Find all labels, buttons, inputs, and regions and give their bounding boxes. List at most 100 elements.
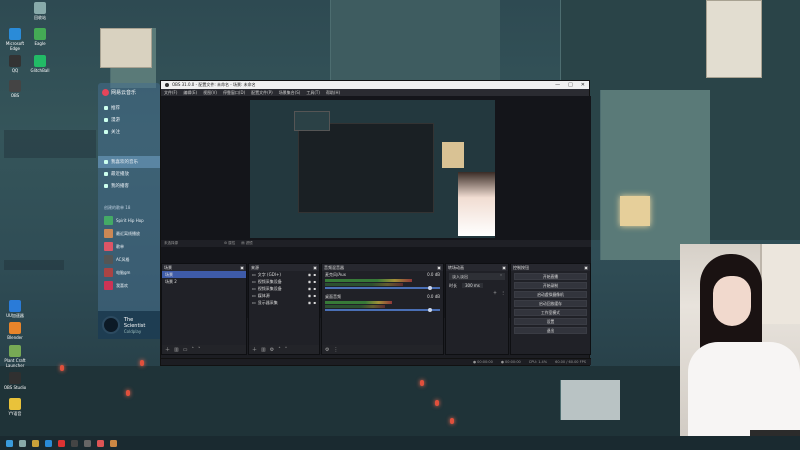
add-icon[interactable]: ＋ bbox=[252, 346, 257, 353]
netease-taskbar-icon[interactable] bbox=[58, 439, 65, 447]
dock-menu-icon[interactable]: ▣ bbox=[502, 265, 506, 270]
music-menu-item[interactable]: 推荐 bbox=[98, 102, 160, 114]
volume-slider[interactable] bbox=[325, 286, 440, 290]
start-icon[interactable] bbox=[6, 439, 13, 447]
control-button[interactable]: 开始直播 bbox=[514, 273, 587, 280]
edge-icon[interactable] bbox=[45, 439, 52, 447]
add-icon[interactable]: ＋ bbox=[493, 290, 497, 296]
obs-menu-item[interactable]: 停靠窗口(D) bbox=[223, 90, 245, 96]
gear-icon[interactable]: ⚙ bbox=[270, 347, 274, 353]
desktop-icon[interactable]: Blender bbox=[2, 322, 28, 340]
lock-icon[interactable]: ▪ bbox=[313, 293, 316, 298]
control-button[interactable]: 退出 bbox=[514, 327, 587, 334]
music-menu-item[interactable]: 最近播放 bbox=[98, 168, 160, 180]
source-item[interactable]: ▭ 媒体源 ◉ ▪ bbox=[249, 292, 319, 299]
obs-menu-item[interactable]: 文件(F) bbox=[164, 90, 177, 96]
eye-icon[interactable]: ◉ bbox=[308, 293, 312, 298]
control-button[interactable]: 工作室模式 bbox=[514, 309, 587, 316]
volume-slider[interactable] bbox=[325, 308, 440, 312]
dock-menu-icon[interactable]: ▣ bbox=[584, 265, 588, 270]
source-item[interactable]: ▭ 视频采集设备 ◉ ▪ bbox=[249, 278, 319, 285]
eye-icon[interactable]: ◉ bbox=[308, 286, 312, 291]
chevron-down-icon[interactable]: ˅ bbox=[285, 347, 288, 353]
obs-menu-item[interactable]: 帮助(H) bbox=[326, 90, 340, 96]
more-icon[interactable]: ⋮ bbox=[501, 290, 505, 295]
control-button[interactable]: 启动虚拟摄像机 bbox=[514, 291, 587, 298]
trash-icon[interactable]: ▥ bbox=[261, 347, 266, 353]
app-taskbar-icon[interactable] bbox=[84, 439, 91, 447]
obs-menu-item[interactable]: 场景集合(S) bbox=[279, 90, 301, 96]
config-icon[interactable]: ▭ bbox=[183, 347, 188, 353]
chevron-down-icon[interactable]: ˅ bbox=[198, 347, 201, 353]
playlist-item[interactable]: 电脑gm bbox=[98, 266, 160, 279]
desktop-icon[interactable]: OBS Studio bbox=[2, 372, 28, 390]
control-button[interactable]: 开始录制 bbox=[514, 282, 587, 289]
app-taskbar-icon[interactable] bbox=[110, 439, 117, 447]
desktop-icon[interactable]: Eagle bbox=[27, 28, 53, 46]
search-icon[interactable] bbox=[19, 439, 26, 447]
eye-icon[interactable]: ◉ bbox=[308, 279, 312, 284]
minimize-icon[interactable]: — bbox=[555, 82, 560, 88]
playlist-name: Spirit Hip Hop bbox=[116, 218, 144, 223]
obs-window: OBS 31.0.0 - 配置文件: 未命名 - 场景: 未命名 — □ ✕ 文… bbox=[160, 80, 591, 366]
desktop-icon[interactable]: YY语音 bbox=[2, 398, 28, 417]
lock-icon[interactable]: ▪ bbox=[313, 272, 316, 277]
duration-input[interactable]: 300 ms bbox=[462, 283, 483, 288]
eye-icon[interactable]: ◉ bbox=[308, 300, 312, 305]
obs-titlebar[interactable]: OBS 31.0.0 - 配置文件: 未命名 - 场景: 未命名 — □ ✕ bbox=[161, 81, 589, 89]
desktop-icon[interactable]: GlitchBall bbox=[27, 55, 53, 73]
filters-button[interactable]: ▤ 滤镜 bbox=[241, 241, 252, 246]
desktop-icon[interactable]: UU加速器 bbox=[2, 300, 28, 319]
desktop-icon[interactable]: Microsoft Edge bbox=[2, 28, 28, 51]
eye-icon[interactable]: ◉ bbox=[308, 272, 312, 277]
control-button[interactable]: 启动回放缓存 bbox=[514, 300, 587, 307]
obs-taskbar-icon[interactable] bbox=[71, 439, 78, 447]
lock-icon[interactable]: ▪ bbox=[313, 286, 316, 291]
music-menu-item[interactable]: 漫游 bbox=[98, 114, 160, 126]
app-taskbar-icon[interactable] bbox=[97, 439, 104, 447]
now-playing-bar[interactable]: The Scientist Coldplay bbox=[98, 311, 160, 339]
lock-icon[interactable]: ▪ bbox=[313, 279, 316, 284]
source-item[interactable]: ▭ 显示器采集 ◉ ▪ bbox=[249, 299, 319, 306]
music-menu-item-liked[interactable]: 我喜欢的音乐 bbox=[98, 156, 160, 168]
desktop-icon[interactable]: QQ bbox=[2, 55, 28, 73]
playlist-item[interactable]: 最近离线播放 bbox=[98, 227, 160, 240]
lock-icon[interactable]: ▪ bbox=[313, 300, 316, 305]
obs-logo-icon bbox=[165, 83, 169, 87]
dock-menu-icon[interactable]: ▣ bbox=[313, 265, 317, 270]
dock-menu-icon[interactable]: ▣ bbox=[437, 265, 441, 270]
scene-item[interactable]: 场景 bbox=[162, 271, 246, 278]
source-item[interactable]: ▭ 视频采集设备 ◉ ▪ bbox=[249, 285, 319, 292]
obs-menu-item[interactable]: 配置文件(P) bbox=[251, 90, 273, 96]
desktop-icon[interactable]: 回收站 bbox=[27, 2, 53, 21]
music-menu-item[interactable]: 我的播客 bbox=[98, 180, 160, 192]
music-menu-item[interactable]: 关注 bbox=[98, 126, 160, 138]
transition-type-select[interactable]: 淡入淡出 ˅ bbox=[449, 273, 505, 280]
scene-item[interactable]: 场景 2 bbox=[162, 278, 246, 285]
desktop-icon[interactable]: Plant Craft Launcher bbox=[2, 345, 28, 368]
chevron-up-icon[interactable]: ˄ bbox=[278, 347, 281, 353]
chevron-up-icon[interactable]: ˄ bbox=[191, 347, 194, 353]
desktop-icon[interactable]: OBS bbox=[2, 80, 28, 98]
dock-menu-icon[interactable]: ▣ bbox=[240, 265, 244, 270]
source-item[interactable]: ▭ 文字 (GDI+) ◉ ▪ bbox=[249, 271, 319, 278]
obs-menu-item[interactable]: 视图(V) bbox=[203, 90, 217, 96]
maximize-icon[interactable]: □ bbox=[568, 82, 573, 88]
obs-preview-canvas[interactable] bbox=[250, 100, 495, 238]
playlist-item[interactable]: 我喜欢 bbox=[98, 279, 160, 292]
playlist-item[interactable]: 歌单 bbox=[98, 240, 160, 253]
properties-button[interactable]: ⚙ 属性 bbox=[224, 241, 235, 246]
close-icon[interactable]: ✕ bbox=[581, 82, 585, 88]
more-icon[interactable]: ⋮ bbox=[333, 347, 338, 353]
source-type-icon: ▭ bbox=[252, 272, 256, 277]
add-icon[interactable]: ＋ bbox=[165, 346, 170, 353]
obs-menu-item[interactable]: 工具(T) bbox=[306, 90, 320, 96]
trash-icon[interactable]: ▥ bbox=[174, 347, 179, 353]
obs-menu-item[interactable]: 编辑(E) bbox=[183, 90, 197, 96]
control-button[interactable]: 设置 bbox=[514, 318, 587, 325]
preview-lit-window bbox=[442, 142, 464, 168]
playlist-item[interactable]: AC风格 bbox=[98, 253, 160, 266]
gear-icon[interactable]: ⚙ bbox=[325, 347, 329, 353]
playlist-item[interactable]: Spirit Hip Hop bbox=[98, 214, 160, 227]
explorer-icon[interactable] bbox=[32, 439, 39, 447]
